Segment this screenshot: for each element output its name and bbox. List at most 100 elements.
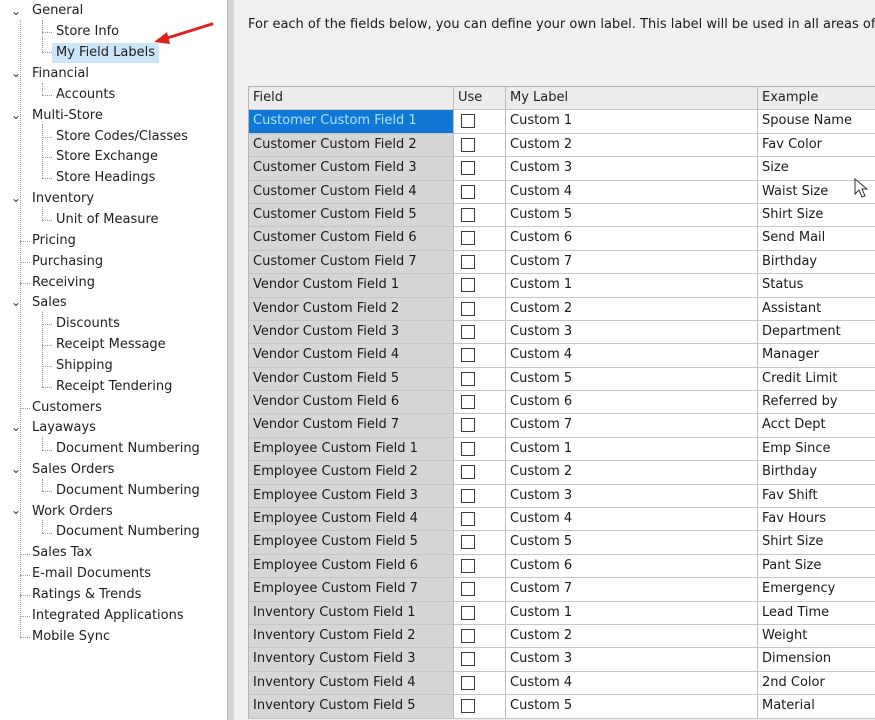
chevron-down-icon[interactable]: ⌄ [10, 417, 22, 437]
example-cell[interactable]: Department [758, 320, 875, 345]
table-row[interactable]: Employee Custom Field 3 Custom 3 Fav Shift [249, 484, 875, 509]
my-label-cell[interactable]: Custom 5 [506, 695, 758, 719]
use-cell[interactable] [454, 461, 506, 485]
table-row[interactable]: Inventory Custom Field 3 Custom 3 Dimensio… [249, 648, 875, 672]
tree-item-shipping[interactable]: Shipping [56, 356, 113, 376]
my-label-cell[interactable]: Custom 5 [506, 531, 758, 555]
my-label-cell[interactable]: Custom 1 [506, 110, 758, 134]
my-label-cell[interactable]: Custom 3 [506, 484, 758, 509]
tree-item-sales-orders[interactable]: Sales Orders [32, 460, 114, 480]
tree-item-work-orders-document-numbering[interactable]: Document Numbering [56, 522, 200, 542]
use-cell[interactable] [454, 157, 506, 181]
my-label-cell[interactable]: Custom 7 [506, 414, 758, 438]
tree-item-layaways[interactable]: Layaways [32, 418, 96, 438]
use-cell[interactable] [454, 203, 506, 228]
field-name-cell[interactable]: Vendor Custom Field 7 [249, 414, 454, 438]
example-cell[interactable]: Weight [758, 624, 875, 649]
table-row[interactable]: Vendor Custom Field 3 Custom 3 Department [249, 320, 875, 345]
my-label-cell[interactable]: Custom 4 [506, 180, 758, 204]
tree-item-receiving[interactable]: Receiving [32, 273, 95, 293]
use-checkbox[interactable] [461, 301, 475, 316]
example-cell[interactable]: 2nd Color [758, 671, 875, 696]
tree-item-pricing[interactable]: Pricing [32, 231, 76, 251]
field-name-cell[interactable]: Customer Custom Field 7 [249, 250, 454, 275]
table-row[interactable]: Vendor Custom Field 4 Custom 4 Manager [249, 344, 875, 368]
use-cell[interactable] [454, 367, 506, 392]
example-cell[interactable]: Send Mail [758, 227, 875, 251]
tree-item-store-exchange[interactable]: Store Exchange [56, 147, 158, 167]
tree-item-general[interactable]: General [32, 1, 83, 21]
tree-item-my-field-labels[interactable]: My Field Labels [52, 43, 160, 63]
use-checkbox[interactable] [461, 348, 475, 363]
my-label-cell[interactable]: Custom 4 [506, 508, 758, 532]
use-cell[interactable] [454, 297, 506, 321]
use-checkbox[interactable] [461, 254, 475, 269]
example-cell[interactable]: Acct Dept [758, 414, 875, 438]
table-row[interactable]: Customer Custom Field 6 Custom 6 Send Mail [249, 227, 875, 251]
column-header-example[interactable]: Example [758, 87, 875, 111]
example-cell[interactable]: Emergency [758, 578, 875, 602]
field-name-cell[interactable]: Customer Custom Field 5 [249, 203, 454, 228]
table-row[interactable]: Customer Custom Field 5 Custom 5 Shirt Siz… [249, 203, 875, 228]
use-checkbox[interactable] [461, 699, 475, 714]
use-checkbox[interactable] [461, 184, 475, 199]
use-cell[interactable] [454, 344, 506, 368]
table-row[interactable]: Employee Custom Field 2 Custom 2 Birthday [249, 461, 875, 485]
tree-item-ratings-trends[interactable]: Ratings & Trends [32, 585, 141, 605]
use-cell[interactable] [454, 508, 506, 532]
use-cell[interactable] [454, 133, 506, 158]
example-cell[interactable]: Shirt Size [758, 531, 875, 555]
use-cell[interactable] [454, 180, 506, 204]
my-label-cell[interactable]: Custom 1 [506, 274, 758, 298]
use-checkbox[interactable] [461, 465, 475, 480]
example-cell[interactable]: Material [758, 695, 875, 719]
chevron-down-icon[interactable]: ⌄ [10, 292, 22, 312]
example-cell[interactable]: Shirt Size [758, 203, 875, 228]
use-cell[interactable] [454, 624, 506, 649]
my-label-cell[interactable]: Custom 6 [506, 227, 758, 251]
field-name-cell[interactable]: Vendor Custom Field 2 [249, 297, 454, 321]
use-cell[interactable] [454, 227, 506, 251]
my-label-cell[interactable]: Custom 2 [506, 133, 758, 158]
example-cell[interactable]: Fav Hours [758, 508, 875, 532]
column-header-use[interactable]: Use [454, 87, 506, 111]
tree-item-mobile-sync[interactable]: Mobile Sync [32, 627, 110, 647]
tree-item-receipt-message[interactable]: Receipt Message [56, 335, 166, 355]
tree-item-inventory[interactable]: Inventory [32, 189, 94, 209]
field-name-cell[interactable]: Employee Custom Field 7 [249, 578, 454, 602]
use-checkbox[interactable] [461, 137, 475, 152]
example-cell[interactable]: Lead Time [758, 601, 875, 625]
tree-item-store-codes-classes[interactable]: Store Codes/Classes [56, 127, 188, 147]
tree-item-accounts[interactable]: Accounts [56, 85, 115, 105]
tree-item-layaways-document-numbering[interactable]: Document Numbering [56, 439, 200, 459]
use-cell[interactable] [454, 695, 506, 719]
use-checkbox[interactable] [461, 207, 475, 222]
use-checkbox[interactable] [461, 441, 475, 456]
example-cell[interactable]: Credit Limit [758, 367, 875, 392]
example-cell[interactable]: Dimension [758, 648, 875, 672]
table-row[interactable]: Customer Custom Field 4 Custom 4 Waist Siz… [249, 180, 875, 204]
example-cell[interactable]: Birthday [758, 461, 875, 485]
tree-item-sales-tax[interactable]: Sales Tax [32, 543, 92, 563]
use-checkbox[interactable] [461, 231, 475, 246]
field-name-cell[interactable]: Vendor Custom Field 1 [249, 274, 454, 298]
my-label-cell[interactable]: Custom 5 [506, 367, 758, 392]
chevron-down-icon[interactable]: ⌄ [10, 500, 22, 520]
example-cell[interactable]: Status [758, 274, 875, 298]
chevron-down-icon[interactable]: ⌄ [10, 188, 22, 208]
use-checkbox[interactable] [461, 418, 475, 433]
field-name-cell[interactable]: Customer Custom Field 6 [249, 227, 454, 251]
example-cell[interactable]: Manager [758, 344, 875, 368]
use-checkbox[interactable] [461, 675, 475, 690]
use-cell[interactable] [454, 671, 506, 696]
field-name-cell[interactable]: Employee Custom Field 6 [249, 554, 454, 579]
table-row[interactable]: Customer Custom Field 7 Custom 7 Birthday [249, 250, 875, 275]
table-row[interactable]: Vendor Custom Field 7 Custom 7 Acct Dept [249, 414, 875, 438]
field-name-cell[interactable]: Employee Custom Field 1 [249, 437, 454, 462]
my-label-cell[interactable]: Custom 4 [506, 671, 758, 696]
tree-item-financial[interactable]: Financial [32, 64, 89, 84]
use-checkbox[interactable] [461, 628, 475, 643]
use-checkbox[interactable] [461, 161, 475, 176]
field-name-cell[interactable]: Inventory Custom Field 1 [249, 601, 454, 625]
table-row[interactable]: Vendor Custom Field 6 Custom 6 Referred by [249, 391, 875, 415]
